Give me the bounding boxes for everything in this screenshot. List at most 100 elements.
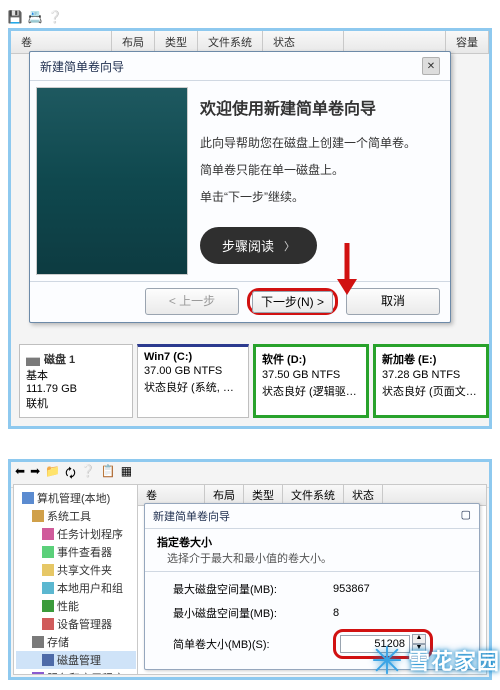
col-capacity[interactable]: 容量 xyxy=(446,31,489,53)
wizard2-title: 新建简单卷向导 xyxy=(153,508,230,524)
tree-event-viewer[interactable]: 事件查看器 xyxy=(16,543,136,561)
new-simple-volume-wizard: 新建简单卷向导 ✕ 欢迎使用新建简单卷向导 此向导帮助您在磁盘上创建一个简单卷。… xyxy=(29,51,451,323)
disk-name: 磁盘 1 xyxy=(44,351,75,367)
help-icon[interactable]: ❔ xyxy=(81,464,96,485)
volume-c-status: 状态良好 (系统, 启动, xyxy=(144,379,242,395)
grid-icon[interactable]: ▦ xyxy=(121,464,132,485)
tools-icon xyxy=(32,510,44,522)
tree-root[interactable]: 算机管理(本地) xyxy=(16,489,136,507)
disk-size: 111.79 GB xyxy=(26,383,126,395)
tree-performance[interactable]: 性能 xyxy=(16,597,136,615)
forward-icon[interactable]: ➡ xyxy=(30,464,40,485)
col-filesystem[interactable]: 文件系统 xyxy=(198,31,263,53)
help-icon[interactable]: ❔ xyxy=(48,10,62,24)
volume-e-title: 新加卷 (E:) xyxy=(382,351,480,367)
tree-shared-folders-label: 共享文件夹 xyxy=(57,562,112,578)
volume-e[interactable]: 新加卷 (E:) 37.28 GB NTFS 状态良好 (页面文件, 主 xyxy=(373,344,489,418)
back-icon[interactable]: ⬅ xyxy=(15,464,25,485)
col-type[interactable]: 类型 xyxy=(155,31,198,53)
disk-mgmt-icon xyxy=(42,654,54,666)
save-icon[interactable]: 💾 xyxy=(8,10,22,24)
step-read-label: 步骤阅读 xyxy=(222,236,274,255)
tree-device-manager-label: 设备管理器 xyxy=(57,616,112,632)
col-volume[interactable]: 卷 xyxy=(11,31,112,53)
disk-icon xyxy=(26,352,40,366)
disk-header[interactable]: 磁盘 1 基本 111.79 GB 联机 xyxy=(19,344,133,418)
toolbar-top: 💾 📇 ❔ xyxy=(8,8,492,28)
tree-local-users[interactable]: 本地用户和组 xyxy=(16,579,136,597)
folder-icon[interactable]: 📁 xyxy=(45,464,60,485)
spin-up-icon[interactable]: ▲ xyxy=(412,634,426,644)
max-space-value: 953867 xyxy=(333,583,413,595)
tree-device-manager[interactable]: 设备管理器 xyxy=(16,615,136,633)
tree-task-scheduler[interactable]: 任务计划程序 xyxy=(16,525,136,543)
col-layout[interactable]: 布局 xyxy=(112,31,155,53)
computer-icon xyxy=(22,492,34,504)
wizard-text-2: 简单卷只能在单一磁盘上。 xyxy=(200,162,436,179)
volume-c-title: Win7 (C:) xyxy=(144,351,242,363)
tree-services-apps[interactable]: 服务和应用程序 xyxy=(16,669,136,675)
tree-disk-management[interactable]: 磁盘管理 xyxy=(16,651,136,669)
storage-icon xyxy=(32,636,44,648)
folder-icon xyxy=(42,564,54,576)
col2-type[interactable]: 类型 xyxy=(244,485,283,505)
min-space-value: 8 xyxy=(333,607,413,619)
disk-kind: 基本 xyxy=(26,367,126,383)
col2-filesystem[interactable]: 文件系统 xyxy=(283,485,344,505)
tree-system-tools[interactable]: 系统工具 xyxy=(16,507,136,525)
services-icon xyxy=(32,672,44,675)
wizard-banner-image xyxy=(36,87,188,275)
volume-d-status: 状态良好 (逻辑驱动器 xyxy=(262,383,360,399)
scheduler-icon xyxy=(42,528,54,540)
cancel-button[interactable]: 取消 xyxy=(346,288,440,315)
col2-layout[interactable]: 布局 xyxy=(205,485,244,505)
list-icon[interactable]: 📋 xyxy=(101,464,116,485)
volume-e-status: 状态良好 (页面文件, 主 xyxy=(382,383,480,399)
col2-status[interactable]: 状态 xyxy=(344,485,383,505)
volume-c[interactable]: Win7 (C:) 37.00 GB NTFS 状态良好 (系统, 启动, xyxy=(137,344,249,418)
users-icon xyxy=(42,582,54,594)
wizard2-subheading: 指定卷大小 xyxy=(157,534,467,550)
back-button: < 上一步 xyxy=(145,288,239,315)
close-icon[interactable]: ▢ xyxy=(461,508,471,524)
wizard-heading: 欢迎使用新建简单卷向导 xyxy=(200,95,436,119)
device-icon xyxy=(42,618,54,630)
mmc-tree[interactable]: 算机管理(本地) 系统工具 任务计划程序 事件查看器 共享文件夹 本地用户和组 … xyxy=(13,484,139,675)
tree-storage[interactable]: 存储 xyxy=(16,633,136,651)
next-button-highlight: 下一步(N) > xyxy=(247,288,338,315)
perf-icon xyxy=(42,600,54,612)
step-read-button[interactable]: 步骤阅读 〉 xyxy=(200,227,317,264)
screenshot-wizard-welcome: 卷 布局 类型 文件系统 状态 容量 新建简单卷向导 ✕ 欢迎使用新建简单卷向导… xyxy=(8,28,492,429)
next-button[interactable]: 下一步(N) > xyxy=(252,291,333,313)
wizard-text-1: 此向导帮助您在磁盘上创建一个简单卷。 xyxy=(200,135,436,152)
volume-c-size: 37.00 GB NTFS xyxy=(144,365,242,377)
event-icon xyxy=(42,546,54,558)
tree-performance-label: 性能 xyxy=(57,598,79,614)
wizard-title: 新建简单卷向导 xyxy=(40,58,124,75)
tree-local-users-label: 本地用户和组 xyxy=(57,580,123,596)
col2-volume[interactable]: 卷 xyxy=(138,485,205,505)
col-status[interactable]: 状态 xyxy=(263,31,344,53)
min-space-label: 最小磁盘空间量(MB): xyxy=(173,605,333,621)
tree-shared-folders[interactable]: 共享文件夹 xyxy=(16,561,136,579)
chevron-right-icon: 〉 xyxy=(284,238,295,254)
tree-storage-label: 存储 xyxy=(47,634,69,650)
volume-e-size: 37.28 GB NTFS xyxy=(382,369,480,381)
volume-d[interactable]: 软件 (D:) 37.50 GB NTFS 状态良好 (逻辑驱动器 xyxy=(253,344,369,418)
close-icon[interactable]: ✕ xyxy=(422,57,440,75)
volume-d-title: 软件 (D:) xyxy=(262,351,360,367)
volume-d-size: 37.50 GB NTFS xyxy=(262,369,360,381)
max-space-label: 最大磁盘空间量(MB): xyxy=(173,581,333,597)
snowflake-icon xyxy=(372,645,402,675)
refresh-icon[interactable]: 🗘 xyxy=(65,464,76,485)
tree-root-label: 算机管理(本地) xyxy=(37,490,110,506)
disk-map: 磁盘 1 基本 111.79 GB 联机 Win7 (C:) 37.00 GB … xyxy=(19,344,489,418)
tree-task-scheduler-label: 任务计划程序 xyxy=(57,526,123,542)
disk-state: 联机 xyxy=(26,395,126,411)
tree-event-viewer-label: 事件查看器 xyxy=(57,544,112,560)
wizard-text-3: 单击“下一步”继续。 xyxy=(200,189,436,206)
wizard2-description: 选择介于最大和最小值的卷大小。 xyxy=(157,550,467,566)
properties-icon[interactable]: 📇 xyxy=(28,10,42,24)
tree-system-tools-label: 系统工具 xyxy=(47,508,91,524)
tree-disk-management-label: 磁盘管理 xyxy=(57,652,101,668)
